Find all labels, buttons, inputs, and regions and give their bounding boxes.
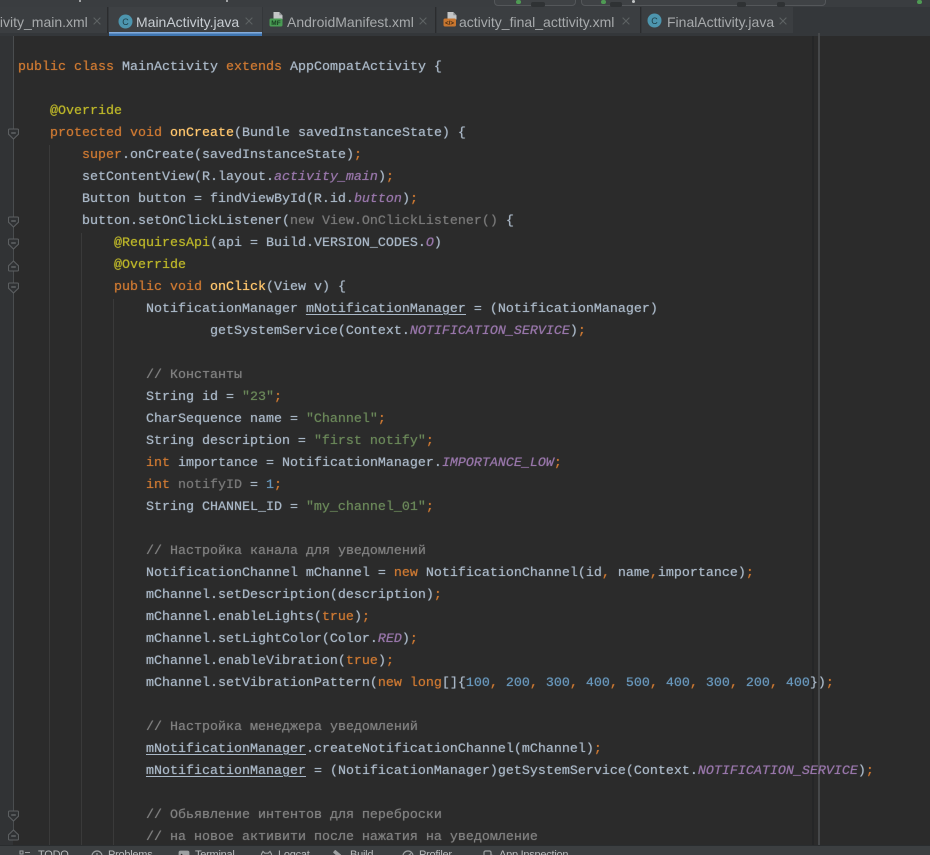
svg-text:C: C <box>122 17 129 27</box>
svg-text:MF: MF <box>271 20 280 27</box>
svg-text:</>: </> <box>445 21 454 27</box>
svg-text:C: C <box>651 16 658 26</box>
